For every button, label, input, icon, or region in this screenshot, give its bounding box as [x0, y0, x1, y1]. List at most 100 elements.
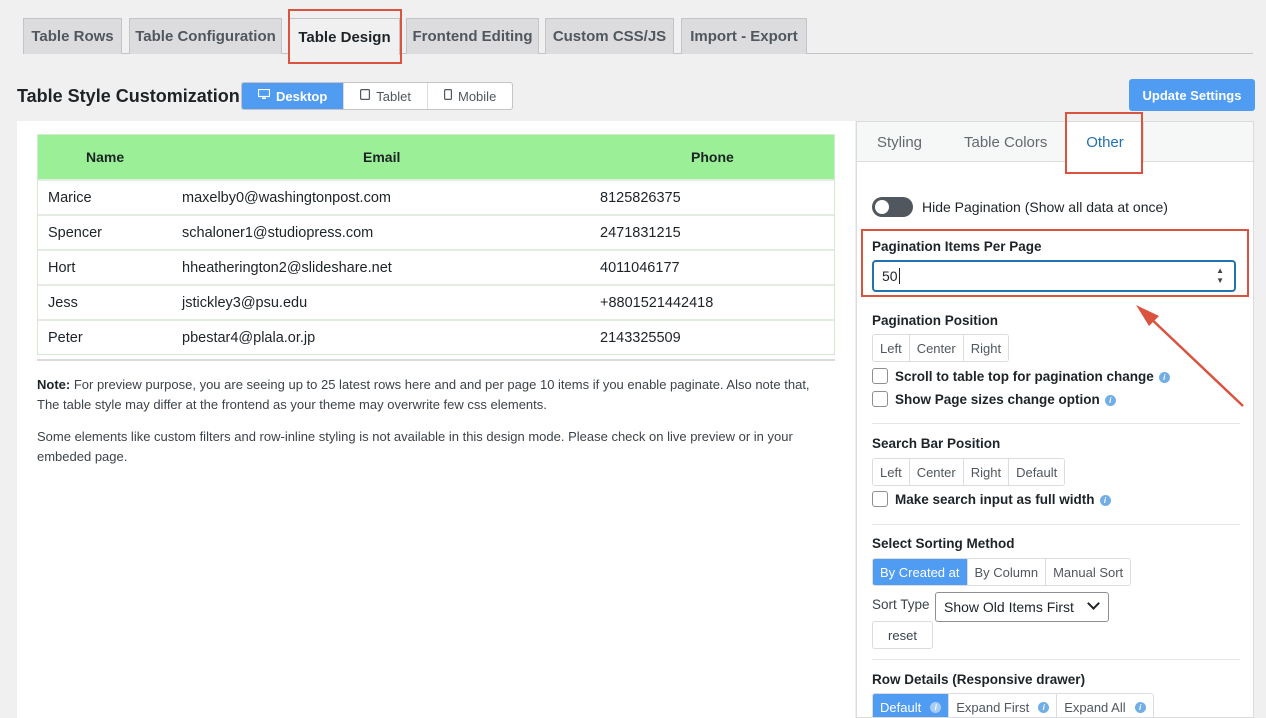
- note-label: Note:: [37, 377, 71, 392]
- search-right-button[interactable]: Right: [963, 459, 1010, 485]
- tab-import-export[interactable]: Import - Export: [681, 18, 807, 54]
- tablet-icon: [360, 89, 371, 103]
- page-sizes-text: Show Page sizes change option: [895, 392, 1100, 407]
- cell-phone: 8125826375: [600, 189, 681, 206]
- cell-email: schaloner1@studiopress.com: [182, 224, 374, 241]
- items-per-page-label: Pagination Items Per Page: [872, 239, 1042, 254]
- tab-table-configuration[interactable]: Table Configuration: [129, 18, 282, 54]
- divider: [872, 423, 1240, 424]
- sorting-method-group: By Created at By Column Manual Sort: [872, 558, 1132, 586]
- sort-type-label: Sort Type: [872, 597, 930, 612]
- sort-by-column-button[interactable]: By Column: [967, 559, 1047, 585]
- text-cursor: [898, 268, 900, 284]
- settings-panel: Styling Table Colors Other Hide Paginati…: [856, 121, 1254, 718]
- update-settings-button[interactable]: Update Settings: [1129, 79, 1255, 111]
- row-details-group: Default i Expand First i Expand All i: [872, 693, 1154, 717]
- table-row: Hort hheatherington2@slideshare.net 4011…: [38, 249, 834, 284]
- chevron-down-icon: [1087, 597, 1100, 610]
- info-icon: i: [1104, 395, 1116, 406]
- mobile-icon: [444, 89, 453, 103]
- page-sizes-label: Show Page sizes change option i: [895, 392, 1116, 407]
- sort-type-value: Show Old Items First: [944, 599, 1074, 615]
- info-icon: i: [930, 701, 942, 713]
- cell-name: Jess: [48, 294, 78, 311]
- cell-email: jstickley3@psu.edu: [182, 294, 308, 311]
- row-details-default-label: Default: [880, 699, 922, 715]
- pagination-right-button[interactable]: Right: [963, 335, 1009, 361]
- tab-table-colors[interactable]: Table Colors: [964, 122, 1047, 162]
- device-switcher: Desktop Tablet Mobile: [241, 82, 514, 110]
- row-details-default-button[interactable]: Default i: [873, 694, 950, 717]
- table-row: Marice maxelby0@washingtonpost.com 81258…: [38, 179, 834, 214]
- pagination-position-label: Pagination Position: [872, 313, 999, 328]
- tab-table-design[interactable]: Table Design: [289, 18, 400, 55]
- hide-pagination-label: Hide Pagination (Show all data at once): [922, 199, 1168, 215]
- tab-other[interactable]: Other: [1066, 122, 1144, 163]
- device-desktop-button[interactable]: Desktop: [242, 83, 345, 109]
- table-header-row: Name Email Phone: [38, 135, 834, 179]
- search-center-button[interactable]: Center: [909, 459, 964, 485]
- info-icon: i: [1099, 495, 1111, 506]
- cell-phone: 2143325509: [600, 329, 681, 346]
- device-mobile-button[interactable]: Mobile: [428, 83, 512, 109]
- preview-note-2: Some elements like custom filters and ro…: [37, 429, 793, 464]
- search-default-button[interactable]: Default: [1009, 459, 1065, 485]
- table-row: Spencer schaloner1@studiopress.com 24718…: [38, 214, 834, 249]
- cell-phone: 4011046177: [600, 259, 680, 276]
- items-per-page-input[interactable]: 50 ▲ ▼: [872, 260, 1236, 292]
- search-full-width-label: Make search input as full width i: [895, 492, 1111, 507]
- tab-table-rows[interactable]: Table Rows: [23, 18, 122, 54]
- device-tablet-label: Tablet: [376, 88, 411, 104]
- table-divider: [37, 359, 835, 361]
- search-full-width-text: Make search input as full width: [895, 492, 1095, 507]
- note-text: For preview purpose, you are seeing up t…: [37, 377, 810, 412]
- pagination-position-group: Left Center Right: [872, 334, 1010, 362]
- tab-custom-css-js[interactable]: Custom CSS/JS: [545, 18, 674, 54]
- cell-name: Spencer: [48, 224, 103, 241]
- search-bar-position-group: Left Center Right Default: [872, 458, 1066, 486]
- info-icon: i: [1134, 701, 1146, 713]
- cell-email: maxelby0@washingtonpost.com: [182, 189, 391, 206]
- tab-frontend-editing[interactable]: Frontend Editing: [406, 18, 539, 54]
- page-sizes-checkbox[interactable]: [872, 391, 888, 407]
- pagination-center-button[interactable]: Center: [909, 335, 964, 361]
- device-tablet-button[interactable]: Tablet: [344, 83, 428, 109]
- cell-email: pbestar4@plala.or.jp: [182, 329, 316, 346]
- scroll-top-checkbox[interactable]: [872, 368, 888, 384]
- table-row: Peter pbestar4@plala.or.jp 2143325509: [38, 319, 834, 354]
- device-mobile-label: Mobile: [458, 88, 497, 104]
- top-tabs: Table Rows Table Configuration Table Des…: [23, 18, 1253, 55]
- sort-created-at-button[interactable]: By Created at: [873, 559, 968, 585]
- sort-manual-button[interactable]: Manual Sort: [1046, 559, 1131, 585]
- cell-email: hheatherington2@slideshare.net: [182, 259, 392, 276]
- row-details-expand-first-button[interactable]: Expand First i: [949, 694, 1058, 717]
- settings-tabs: Styling Table Colors Other: [857, 122, 1253, 163]
- table-row: Jess jstickley3@psu.edu +8801521442418: [38, 284, 834, 319]
- info-icon: i: [1158, 372, 1170, 383]
- page-title: Table Style Customization: [17, 86, 240, 106]
- reset-button[interactable]: reset: [872, 621, 933, 649]
- cell-name: Hort: [48, 259, 76, 276]
- column-header-name[interactable]: Name: [86, 149, 124, 165]
- sort-type-select[interactable]: Show Old Items First: [935, 592, 1109, 622]
- items-per-page-value: 50: [882, 268, 898, 284]
- column-header-email[interactable]: Email: [363, 149, 400, 165]
- row-details-expand-first-label: Expand First: [956, 699, 1030, 715]
- sorting-method-label: Select Sorting Method: [872, 536, 1015, 551]
- info-icon: i: [1038, 701, 1050, 713]
- desktop-icon: [257, 88, 271, 103]
- column-header-phone[interactable]: Phone: [691, 149, 734, 165]
- row-details-expand-all-button[interactable]: Expand All i: [1057, 694, 1153, 717]
- cell-phone: 2471831215: [600, 224, 681, 241]
- hide-pagination-toggle[interactable]: [872, 197, 913, 217]
- cell-name: Peter: [48, 329, 83, 346]
- divider: [872, 659, 1240, 660]
- search-left-button[interactable]: Left: [873, 459, 910, 485]
- pagination-left-button[interactable]: Left: [873, 335, 910, 361]
- device-desktop-label: Desktop: [276, 88, 328, 104]
- row-details-expand-all-label: Expand All: [1064, 699, 1126, 715]
- number-spinner[interactable]: ▲ ▼: [1216, 266, 1224, 286]
- cell-name: Marice: [48, 189, 92, 206]
- search-full-width-checkbox[interactable]: [872, 491, 888, 507]
- tab-styling[interactable]: Styling: [877, 122, 922, 162]
